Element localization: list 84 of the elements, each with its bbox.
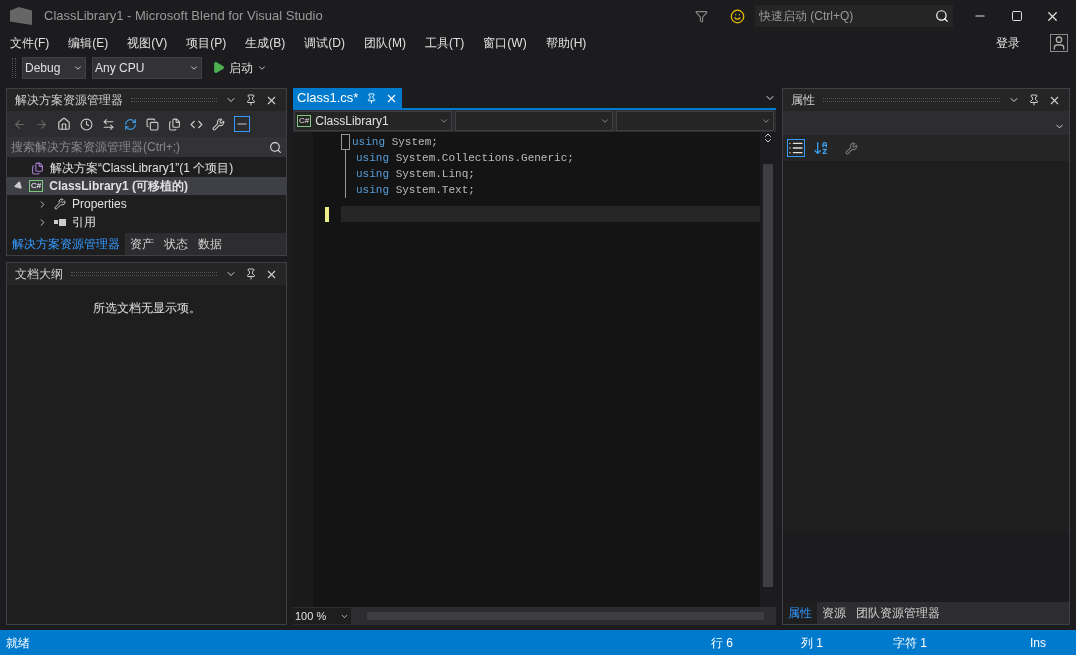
menu-item[interactable]: 调试(D) [304,33,345,52]
line-indicator: 行 6 [711,634,734,652]
menu-item[interactable]: 工具(T) [425,33,465,52]
forward-icon[interactable] [35,117,48,131]
sort-icon[interactable] [813,140,829,156]
filter-icon[interactable] [695,9,708,23]
search-icon[interactable] [935,9,949,23]
window-title: ClassLibrary1 - Microsoft Blend for Visual Studio [44,7,323,26]
wrench-icon [54,198,66,210]
home-icon[interactable] [57,117,71,131]
tree-label: ClassLibrary1 (可移植的) [49,178,188,195]
collapse-icon[interactable] [146,117,159,131]
tree-label: 解决方案“ClassLibrary1”(1 个项目) [50,160,234,177]
sync-icon[interactable] [102,117,115,131]
code-line: using System.Linq; [356,167,475,182]
toolbar-grip [12,57,16,78]
configuration-dropdown[interactable]: Debug [22,56,86,79]
status-message: 就绪 [6,634,31,652]
wrench-icon[interactable] [845,141,858,155]
copy-icon[interactable] [168,117,181,131]
refresh-icon[interactable] [124,117,137,131]
play-icon [212,61,225,74]
panel-tab[interactable]: 团队资源管理器 [851,602,945,624]
menu-item[interactable]: 窗口(W) [483,33,527,52]
panel-tab[interactable]: 属性 [783,602,817,624]
preview-icon[interactable] [234,116,250,132]
maximize-icon[interactable] [1011,10,1023,22]
app-logo-icon [10,7,32,25]
history-icon[interactable] [80,117,93,131]
tree-item[interactable]: 解决方案“ClassLibrary1”(1 个项目) [7,159,286,177]
caret-icon[interactable] [439,116,449,126]
code-editor[interactable]: using System; using System.Collections.Generic; using System.Linq; using System.Text; [293,132,776,607]
zoom-dropdown[interactable]: 100 % [293,607,351,625]
panel-title: 文档大纲 [15,266,63,283]
splitter-icon[interactable] [762,132,774,144]
pin-icon[interactable] [245,268,257,280]
change-marker [325,206,329,222]
panel-tab[interactable]: 解决方案资源管理器 [7,233,125,255]
reference-icon [54,218,66,226]
tree-item[interactable]: C# ClassLibrary1 (可移植的) [7,177,286,195]
wrench-icon[interactable] [212,117,225,131]
menu-item[interactable]: 编辑(E) [68,33,109,52]
search-icon[interactable] [269,140,282,154]
navigation-dropdown[interactable]: ClassLibrary1 [315,112,435,130]
back-icon[interactable] [13,117,26,131]
menu-item[interactable]: 生成(B) [245,33,286,52]
collapse-box-icon[interactable] [341,134,350,150]
menu-item[interactable]: 视图(V) [127,33,168,52]
panel-title: 解决方案资源管理器 [15,92,123,109]
tree-label: Properties [72,196,127,213]
menu-item[interactable]: 团队(M) [364,33,406,52]
panel-tab[interactable]: 状态 [159,233,193,255]
start-button[interactable]: 启动 [212,58,267,77]
platform-dropdown[interactable]: Any CPU [92,56,202,79]
panel-tab[interactable]: 数据 [193,233,227,255]
caret-icon [761,116,771,126]
empty-message: 所选文档无显示项。 [92,300,201,317]
code-line: using System.Collections.Generic; [356,151,574,166]
csharp-icon: C# [297,115,312,127]
solution-icon [31,161,44,175]
menu-item[interactable]: 项目(P) [186,33,227,52]
pin-icon[interactable] [245,94,257,106]
account-icon[interactable] [1050,33,1068,52]
tree-label: 引用 [72,214,96,231]
scrollbar[interactable] [763,164,773,587]
panel-tab[interactable]: 资产 [125,233,159,255]
column-indicator: 列 1 [801,634,824,652]
char-indicator: 字符 1 [893,634,928,652]
pin-icon[interactable] [1028,94,1040,106]
csharp-icon: C# [29,180,44,192]
mode-indicator: Ins [1030,634,1047,652]
expanded-icon[interactable] [13,180,25,192]
tree-item[interactable]: 引用 [7,213,286,231]
smiley-icon[interactable] [730,8,745,24]
menu-item[interactable]: 帮助(H) [545,33,587,52]
categorized-icon[interactable] [787,139,805,157]
caret-icon [600,116,610,126]
code-line: using System; [352,135,438,150]
tree-item[interactable]: Properties [7,195,286,213]
code-line: using System.Text; [356,183,475,198]
panel-title: 属性 [791,92,815,109]
menu-item[interactable]: 文件(F) [10,33,50,52]
sign-in-link[interactable]: 登录 [996,33,1020,52]
panel-tab[interactable]: 资源 [817,602,851,624]
